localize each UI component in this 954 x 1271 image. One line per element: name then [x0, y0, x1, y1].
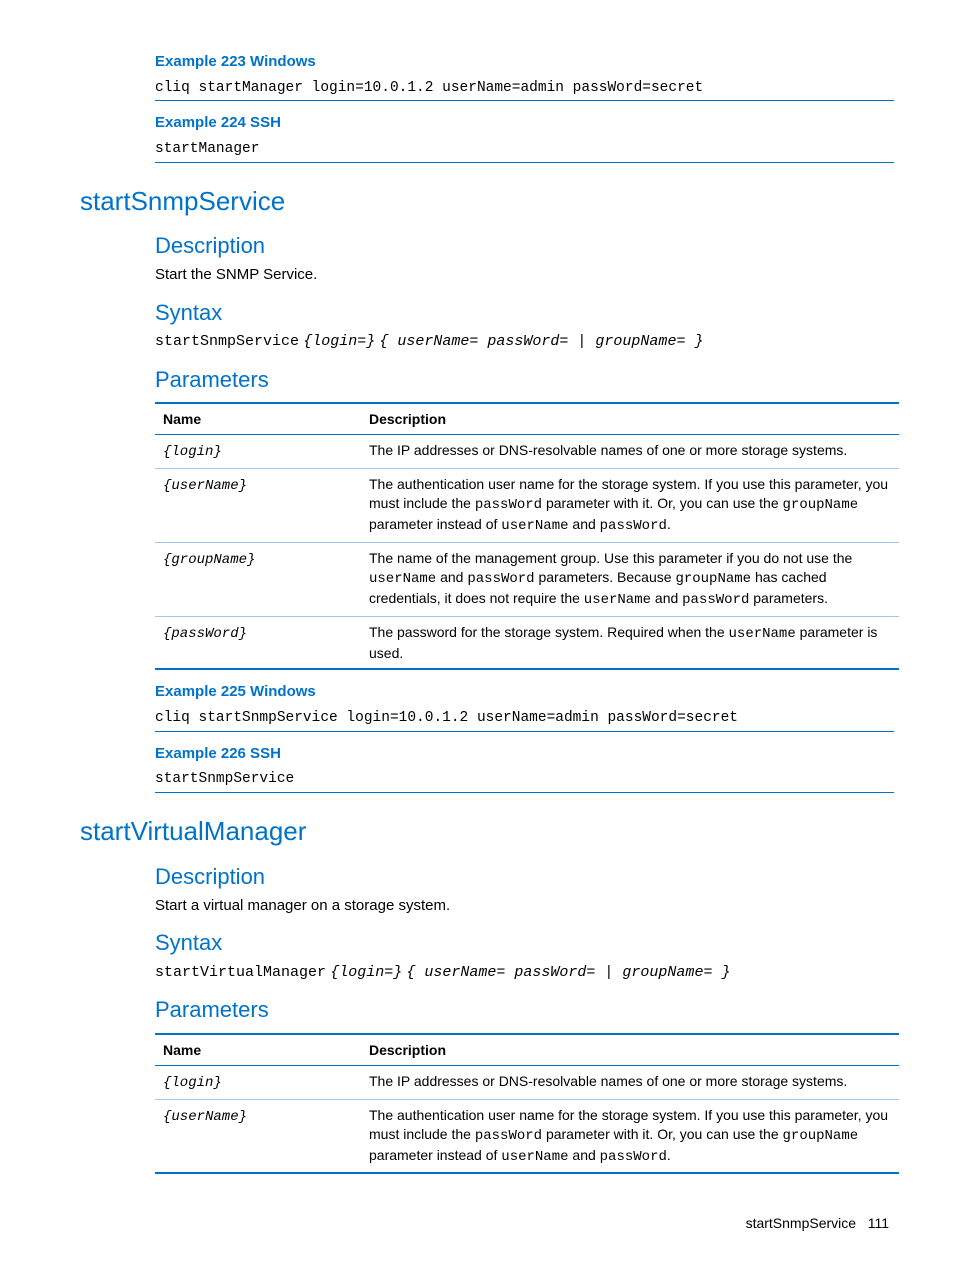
param-name: {passWord}: [155, 616, 361, 669]
subsection-heading: Parameters: [155, 366, 894, 395]
t: parameter with it. Or, you can use the: [542, 1126, 782, 1142]
syntax-command: startVirtualManager: [155, 964, 326, 981]
param-name-text: {passWord}: [163, 626, 247, 642]
t: userName: [501, 518, 568, 534]
syntax-param: { userName= passWord= | groupName= }: [406, 964, 730, 981]
example-heading: Example 223 Windows: [155, 52, 894, 72]
example-heading: Example 224 SSH: [155, 113, 894, 133]
param-desc: The IP addresses or DNS-resolvable names…: [361, 435, 899, 469]
section-heading: startSnmpService: [80, 185, 894, 219]
t: passWord: [600, 1149, 667, 1165]
param-desc: The password for the storage system. Req…: [361, 616, 899, 669]
subsection-heading: Parameters: [155, 996, 894, 1025]
section-heading: startVirtualManager: [80, 815, 894, 849]
syntax-param: { userName= passWord= | groupName= }: [379, 333, 703, 350]
t: passWord: [600, 518, 667, 534]
syntax-param: {login=}: [330, 964, 402, 981]
param-name: {userName}: [155, 469, 361, 543]
table-row: {login} The IP addresses or DNS-resolvab…: [155, 1065, 899, 1099]
t: and: [436, 569, 467, 585]
table-header-row: Name Description: [155, 403, 899, 435]
t: and: [569, 1147, 600, 1163]
t: passWord: [467, 571, 534, 587]
footer-page-number: 111: [868, 1215, 889, 1231]
code-block: cliq startManager login=10.0.1.2 userNam…: [155, 76, 894, 102]
t: parameter instead of: [369, 516, 501, 532]
table-row: {passWord} The password for the storage …: [155, 616, 899, 669]
table-header-row: Name Description: [155, 1034, 899, 1066]
t: groupName: [783, 1128, 859, 1144]
param-name: {groupName}: [155, 543, 361, 617]
code-block: startSnmpService: [155, 767, 894, 793]
table-row: {userName} The authentication user name …: [155, 1099, 899, 1173]
table-row: {groupName} The name of the management g…: [155, 543, 899, 617]
syntax-param: {login=}: [303, 333, 375, 350]
t: userName: [501, 1149, 568, 1165]
t: parameters.: [749, 590, 828, 606]
parameters-table: Name Description {login} The IP addresse…: [155, 402, 899, 670]
t: and: [651, 590, 682, 606]
param-name-text: {userName}: [163, 478, 247, 494]
t: passWord: [475, 497, 542, 513]
param-name: {login}: [155, 435, 361, 469]
subsection-heading: Syntax: [155, 299, 894, 328]
example-heading: Example 226 SSH: [155, 744, 894, 764]
col-header-desc: Description: [361, 1034, 899, 1066]
subsection-heading: Syntax: [155, 929, 894, 958]
t: and: [569, 516, 600, 532]
param-name-text: {login}: [163, 1075, 222, 1091]
syntax-line: startVirtualManager {login=} { userName=…: [155, 962, 894, 983]
param-name-text: {groupName}: [163, 552, 255, 568]
col-header-name: Name: [155, 1034, 361, 1066]
table-row: {login} The IP addresses or DNS-resolvab…: [155, 435, 899, 469]
syntax-command: startSnmpService: [155, 333, 299, 350]
t: .: [667, 516, 671, 532]
col-header-desc: Description: [361, 403, 899, 435]
param-name-text: {login}: [163, 444, 222, 460]
table-row: {userName} The authentication user name …: [155, 469, 899, 543]
body-text: Start the SNMP Service.: [155, 265, 894, 285]
param-name: {login}: [155, 1065, 361, 1099]
param-name-text: {userName}: [163, 1109, 247, 1125]
t: userName: [584, 592, 651, 608]
t: groupName: [783, 497, 859, 513]
subsection-heading: Description: [155, 232, 894, 261]
t: The name of the management group. Use th…: [369, 550, 852, 566]
t: userName: [369, 571, 436, 587]
t: groupName: [675, 571, 751, 587]
example-heading: Example 225 Windows: [155, 682, 894, 702]
code-block: startManager: [155, 137, 894, 163]
subsection-heading: Description: [155, 863, 894, 892]
param-desc: The authentication user name for the sto…: [361, 1099, 899, 1173]
parameters-table: Name Description {login} The IP addresse…: [155, 1033, 899, 1175]
body-text: Start a virtual manager on a storage sys…: [155, 896, 894, 916]
col-header-name: Name: [155, 403, 361, 435]
t: The password for the storage system. Req…: [369, 624, 729, 640]
t: passWord: [475, 1128, 542, 1144]
footer-section: startSnmpService: [746, 1215, 856, 1231]
param-desc: The authentication user name for the sto…: [361, 469, 899, 543]
syntax-line: startSnmpService {login=} { userName= pa…: [155, 331, 894, 352]
t: parameters. Because: [535, 569, 676, 585]
page-footer: startSnmpService 111: [80, 1214, 894, 1232]
param-desc: The IP addresses or DNS-resolvable names…: [361, 1065, 899, 1099]
code-block: cliq startSnmpService login=10.0.1.2 use…: [155, 706, 894, 732]
t: .: [667, 1147, 671, 1163]
param-name: {userName}: [155, 1099, 361, 1173]
t: userName: [729, 626, 796, 642]
t: parameter instead of: [369, 1147, 501, 1163]
t: parameter with it. Or, you can use the: [542, 495, 782, 511]
param-desc: The name of the management group. Use th…: [361, 543, 899, 617]
t: passWord: [682, 592, 749, 608]
